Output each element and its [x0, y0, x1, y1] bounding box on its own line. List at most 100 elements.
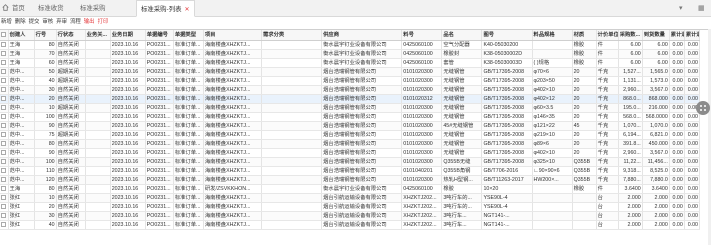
table-row[interactable]: 范中... 80 自然关闭 2023.10.16 PO0231... 标准订单... 海南楼… — [0, 139, 701, 149]
column-header[interactable]: 品名 — [441, 30, 483, 41]
table-cell: 6.00 — [618, 49, 643, 59]
table-row[interactable]: 范中... 10 超期关闭 2023.10.16 PO0231... 标准订单... 海南楼… — [0, 103, 701, 113]
row-checkbox[interactable] — [0, 220, 9, 230]
print-button[interactable]: 打印 — [98, 19, 109, 25]
row-checkbox[interactable] — [0, 139, 9, 149]
row-checkbox[interactable] — [0, 85, 9, 95]
table-cell: 范中... — [8, 67, 35, 77]
row-checkbox[interactable] — [0, 103, 9, 113]
column-header[interactable]: 创建人 — [8, 30, 35, 41]
column-header[interactable]: 累计退... — [669, 30, 685, 41]
table-row[interactable]: 范中... 50 超期关闭 2023.10.16 PO0231... 标准订单... 海南楼… — [0, 67, 701, 77]
table-row[interactable]: 范中... 90 自然关闭 2023.10.16 PO0231... 标准订单... 海南楼… — [0, 148, 701, 158]
select-all-checkbox[interactable] — [0, 30, 9, 41]
tab-standard-purchase[interactable]: 标准采购 — [80, 0, 106, 17]
row-checkbox[interactable] — [0, 166, 9, 176]
row-checkbox[interactable] — [0, 175, 9, 185]
row-checkbox[interactable] — [0, 157, 9, 167]
column-header[interactable]: 单据类型 — [173, 30, 204, 41]
table-cell: 无缝钢管 — [441, 103, 483, 113]
row-checkbox[interactable] — [0, 130, 9, 140]
row-checkbox[interactable] — [0, 49, 9, 59]
column-header[interactable]: 图号 — [481, 30, 533, 41]
table-cell: 无缝钢管 — [441, 130, 483, 140]
row-checkbox[interactable] — [0, 58, 9, 68]
new-button[interactable]: 新增 — [1, 19, 12, 25]
tab-standard-purchase-list[interactable]: 标准采购-列表 ✕ — [136, 0, 195, 17]
approve-button[interactable]: 审核 — [42, 19, 53, 25]
column-header[interactable]: 供应商 — [321, 30, 403, 41]
table-cell: φ402×10 — [532, 148, 573, 158]
column-header[interactable]: 行状态 — [56, 30, 86, 41]
table-cell: 海南楼盘XHZKTJ... — [203, 67, 262, 77]
table-cell: 100 — [34, 112, 57, 122]
delete-button[interactable]: 删除 — [15, 19, 26, 25]
table-row[interactable]: 张红 10 自然关闭 2023.10.16 PO0231... 标准订单... 海南楼盘XH… — [0, 193, 701, 203]
row-checkbox[interactable] — [0, 67, 9, 77]
checkbox-icon — [1, 41, 7, 47]
table-row[interactable]: 范中... 30 自然关闭 2023.10.16 PO0231... 标准订单... 海南楼… — [0, 85, 701, 95]
column-header[interactable]: 采购数... — [618, 30, 643, 41]
table-cell: 标准订单... — [173, 40, 204, 50]
table-cell — [261, 94, 323, 104]
row-checkbox[interactable] — [0, 202, 9, 212]
table-cell: 自然关闭 — [56, 139, 86, 149]
table-row[interactable]: 范中... 100 自然关闭 2023.10.16 PO0231... 标准订单... 海南… — [0, 157, 701, 167]
table-row[interactable]: 范中... 20 自然关闭 2023.10.16 PO0231... 标准订单... 海南楼… — [0, 94, 701, 104]
table-cell: 0.00 — [669, 157, 685, 167]
table-row[interactable]: 张红 30 自然关闭 2023.10.16 PO0231... 标准订单... 海南楼盘XH… — [0, 211, 701, 221]
table-row[interactable]: 王海 60 自然关闭 2023.10.16 PO0231... 标准订单... 海南楼盘XH… — [0, 58, 701, 68]
column-header[interactable]: 料品规格 — [532, 30, 573, 41]
unapprove-button[interactable]: 弃审 — [56, 19, 67, 25]
table-cell — [85, 220, 111, 230]
table-row[interactable]: 张红 40 自然关闭 2023.10.16 PO0231... 标准订单... 海南楼盘XH… — [0, 220, 701, 230]
table-cell — [261, 130, 323, 140]
table-row[interactable]: 范中... 110 自然关闭 2023.10.16 PO0231... 标准订单... 海南… — [0, 166, 701, 176]
row-checkbox[interactable] — [0, 121, 9, 131]
row-checkbox[interactable] — [0, 76, 9, 86]
column-header[interactable]: 业务日期 — [110, 30, 146, 41]
checkbox-icon — [1, 203, 7, 209]
table-cell: φ146×35 — [532, 112, 573, 122]
column-header[interactable]: 需求分类 — [261, 30, 323, 41]
table-row[interactable]: 王海 80 自然关闭 2023.10.16 PO0231... 标准订单... 研发/ZSV… — [0, 184, 701, 194]
workflow-button[interactable]: 流程 — [70, 19, 81, 25]
row-checkbox[interactable] — [0, 148, 9, 158]
column-header[interactable]: 累计退... — [684, 30, 701, 41]
table-row[interactable]: 范中... 40 超期关闭 2023.10.16 PO0231... 标准订单... 海南楼… — [0, 76, 701, 86]
submit-button[interactable]: 提交 — [29, 19, 40, 25]
row-checkbox[interactable] — [0, 184, 9, 194]
table-row[interactable]: 王海 70 自然关闭 2023.10.16 PO0231... 标准订单... 海南楼盘XH… — [0, 49, 701, 59]
column-header[interactable]: 计价单位 — [596, 30, 619, 41]
table-cell: 0425060100 — [401, 40, 443, 50]
column-header[interactable]: 项目 — [203, 30, 262, 41]
column-header[interactable]: 单据编号 — [145, 30, 174, 41]
column-header[interactable]: 材质 — [572, 30, 597, 41]
table-cell: 0.00 — [684, 202, 701, 212]
column-header[interactable]: 行号 — [34, 30, 57, 41]
table-cell: 自然关闭 — [56, 40, 86, 50]
tab-home[interactable]: 首页 — [2, 0, 25, 17]
table-row[interactable]: 范中... 90 自然关闭 2023.10.16 PO0231... 标准订单... 海南楼… — [0, 121, 701, 131]
tab-standard-receipt[interactable]: 标准收货 — [38, 0, 64, 17]
chevron-down-icon[interactable]: ▾ — [679, 0, 683, 17]
column-header[interactable]: 料号 — [401, 30, 443, 41]
close-icon[interactable]: ✕ — [184, 7, 189, 13]
export-button[interactable]: 输出 — [84, 19, 95, 25]
row-checkbox[interactable] — [0, 40, 9, 50]
table-cell: PO0231... — [145, 85, 174, 95]
row-checkbox[interactable] — [0, 112, 9, 122]
column-header[interactable]: 到货数量 — [642, 30, 670, 41]
table-row[interactable]: 范中... 100 自然关闭 2023.10.16 PO0231... 标准订单... 海南… — [0, 112, 701, 122]
table-row[interactable]: 张红 20 自然关闭 2023.10.16 PO0231... 标准订单... 海南楼盘XH… — [0, 202, 701, 212]
grid-menu-icon[interactable]: ▦ — [698, 0, 705, 17]
table-row[interactable]: 王海 80 自然关闭 2023.10.16 PO0231... 标准订单... 海南楼盘XH… — [0, 40, 701, 50]
table-row[interactable]: 范中... 120 自然关闭 2023.10.16 PO0231... 标准订单... 海南… — [0, 175, 701, 185]
checkbox-icon — [1, 113, 7, 119]
floating-menu-button[interactable] — [696, 101, 710, 115]
row-checkbox[interactable] — [0, 94, 9, 104]
row-checkbox[interactable] — [0, 193, 9, 203]
row-checkbox[interactable] — [0, 211, 9, 221]
table-row[interactable]: 范中... 75 超期关闭 2023.10.16 PO0231... 标准订单... 海南楼… — [0, 130, 701, 140]
column-header[interactable]: 业务关... — [85, 30, 111, 41]
